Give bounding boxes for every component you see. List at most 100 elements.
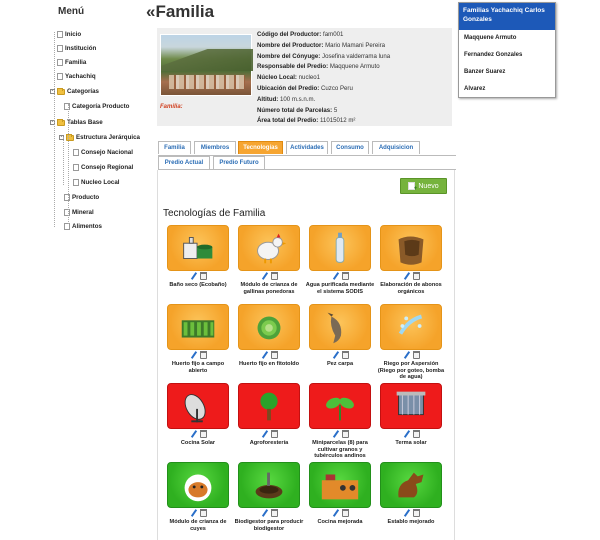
technology-card[interactable]: Agua purificada mediante el sistema SODI… <box>305 225 375 295</box>
sidebar-item-alimentos[interactable]: Alimentos <box>64 222 102 231</box>
edit-pencil-icon[interactable] <box>261 509 269 517</box>
compost-icon[interactable] <box>380 225 442 271</box>
sidebar-item-familia[interactable]: Familia <box>57 58 86 67</box>
folder-icon <box>57 87 65 95</box>
horse-icon[interactable] <box>380 462 442 508</box>
tab-tecnologias[interactable]: Tecnologías <box>238 141 283 154</box>
sidebar-item-categoria-producto[interactable]: Categoría Producto <box>64 102 129 111</box>
water-bottle-icon[interactable] <box>309 225 371 271</box>
delete-trash-icon[interactable] <box>341 509 349 517</box>
fish-icon[interactable] <box>309 304 371 350</box>
delete-trash-icon[interactable] <box>270 430 278 438</box>
technology-actions <box>376 509 446 518</box>
toilet-icon[interactable] <box>167 225 229 271</box>
chicken-icon[interactable] <box>238 225 300 271</box>
technology-card[interactable]: Baño seco (Ecobaño) <box>163 225 233 289</box>
nuevo-button[interactable]: Nuevo <box>400 178 447 194</box>
delete-trash-icon[interactable] <box>341 430 349 438</box>
delete-trash-icon[interactable] <box>412 272 420 280</box>
technology-card[interactable]: Agroforestería <box>234 383 304 447</box>
solar-heater-icon[interactable] <box>380 383 442 429</box>
garden-icon[interactable] <box>167 304 229 350</box>
delete-trash-icon[interactable] <box>199 430 207 438</box>
sidebar-item-nucleo-local[interactable]: Nucleo Local <box>73 178 120 187</box>
edit-pencil-icon[interactable] <box>261 351 269 359</box>
technology-card[interactable]: Huerto fijo en fitotoldo <box>234 304 304 368</box>
technology-card[interactable]: Elaboración de abonos orgánicos <box>376 225 446 295</box>
technology-card[interactable]: Cocina mejorada <box>305 462 375 526</box>
sidebar-item-yachachiq[interactable]: Yachachiq <box>57 72 96 81</box>
edit-pencil-icon[interactable] <box>190 272 198 280</box>
edit-pencil-icon[interactable] <box>403 351 411 359</box>
technology-card[interactable]: Riego por Aspersión (Riego por goteo, bo… <box>376 304 446 381</box>
producer-field: Responsable del Predio: Maqquene Armuto <box>257 63 390 74</box>
delete-trash-icon[interactable] <box>412 509 420 517</box>
sprout-icon[interactable] <box>309 383 371 429</box>
edit-pencil-icon[interactable] <box>332 351 340 359</box>
technology-card[interactable]: Módulo de crianza de gallinas ponedoras <box>234 225 304 295</box>
technology-name: Elaboración de abonos orgánicos <box>380 282 442 295</box>
edit-pencil-icon[interactable] <box>190 509 198 517</box>
sidebar-item-institucion[interactable]: Institución <box>57 44 96 53</box>
tree-icon[interactable] <box>238 383 300 429</box>
producer-field-label: Ubicación del Predio: <box>257 84 320 92</box>
edit-pencil-icon[interactable] <box>403 272 411 280</box>
producer-field-value: fam001 <box>323 31 344 38</box>
kitchen-icon[interactable] <box>309 462 371 508</box>
delete-trash-icon[interactable] <box>270 509 278 517</box>
family-list-item[interactable]: Fernandez Gonzales <box>459 47 555 64</box>
technology-card[interactable]: Terma solar <box>376 383 446 447</box>
technology-card[interactable]: Establo mejorado <box>376 462 446 526</box>
edit-pencil-icon[interactable] <box>332 509 340 517</box>
edit-pencil-icon[interactable] <box>261 272 269 280</box>
technology-card[interactable]: Huerto fijo a campo abierto <box>163 304 233 374</box>
technology-card[interactable]: Módulo de crianza de cuyes <box>163 462 233 532</box>
family-list-item[interactable]: Banzer Suarez <box>459 64 555 81</box>
technology-card[interactable]: Cocina Solar <box>163 383 233 447</box>
solar-cooker-icon[interactable] <box>167 383 229 429</box>
producer-fields: Código del Productor: fam001 Nombre del P… <box>257 31 390 128</box>
delete-trash-icon[interactable] <box>412 430 420 438</box>
edit-pencil-icon[interactable] <box>332 272 340 280</box>
tab-predio-actual[interactable]: Predio Actual <box>158 156 210 169</box>
tab-consumo[interactable]: Consumo <box>331 141 369 154</box>
edit-pencil-icon[interactable] <box>190 430 198 438</box>
delete-trash-icon[interactable] <box>270 351 278 359</box>
edit-pencil-icon[interactable] <box>190 351 198 359</box>
sidebar-item-consejo-nacional[interactable]: Consejo Nacional <box>73 148 133 157</box>
delete-trash-icon[interactable] <box>412 351 420 359</box>
edit-pencil-icon[interactable] <box>403 509 411 517</box>
tab-familia[interactable]: Familia <box>158 141 191 154</box>
technology-actions <box>234 430 304 439</box>
tab-miembros[interactable]: Miembros <box>194 141 236 154</box>
sidebar-item-inicio[interactable]: Inicio <box>57 30 81 39</box>
edit-pencil-icon[interactable] <box>332 430 340 438</box>
tab-predio-futuro[interactable]: Predio Futuro <box>213 156 265 169</box>
sidebar-item-tablas-base[interactable]: - Tablas Base <box>50 118 103 127</box>
edit-pencil-icon[interactable] <box>261 430 269 438</box>
sidebar-item-consejo-regional[interactable]: Consejo Regional <box>73 163 133 172</box>
sidebar-item-label: Nucleo Local <box>81 179 120 186</box>
delete-trash-icon[interactable] <box>341 272 349 280</box>
sprinkler-icon[interactable] <box>380 304 442 350</box>
delete-trash-icon[interactable] <box>199 509 207 517</box>
family-list-item[interactable]: Alvarez <box>459 81 555 98</box>
sidebar-item-label: Consejo Nacional <box>81 149 133 156</box>
guinea-pig-icon[interactable] <box>167 462 229 508</box>
tab-actividades[interactable]: Actividades <box>286 141 328 154</box>
delete-trash-icon[interactable] <box>341 351 349 359</box>
technology-card[interactable]: Biodigestor para producir biodigestor <box>234 462 304 532</box>
tab-adquisicion[interactable]: Adquisicion <box>372 141 420 154</box>
lettuce-icon[interactable] <box>238 304 300 350</box>
edit-pencil-icon[interactable] <box>403 430 411 438</box>
sidebar-item-estructura-jerarquica[interactable]: - Estructura Jerárquica <box>59 133 140 142</box>
delete-trash-icon[interactable] <box>199 351 207 359</box>
sidebar-item-categorias[interactable]: - Categorías <box>50 87 99 96</box>
technology-card[interactable]: Miniparcelas (8) para cultivar granos y … <box>305 383 375 460</box>
technology-card[interactable]: Pez carpa <box>305 304 375 368</box>
sidebar-item-producto[interactable]: Producto <box>64 193 99 202</box>
delete-trash-icon[interactable] <box>199 272 207 280</box>
family-list-item[interactable]: Maqquene Armuto <box>459 30 555 47</box>
biodigester-icon[interactable] <box>238 462 300 508</box>
delete-trash-icon[interactable] <box>270 272 278 280</box>
